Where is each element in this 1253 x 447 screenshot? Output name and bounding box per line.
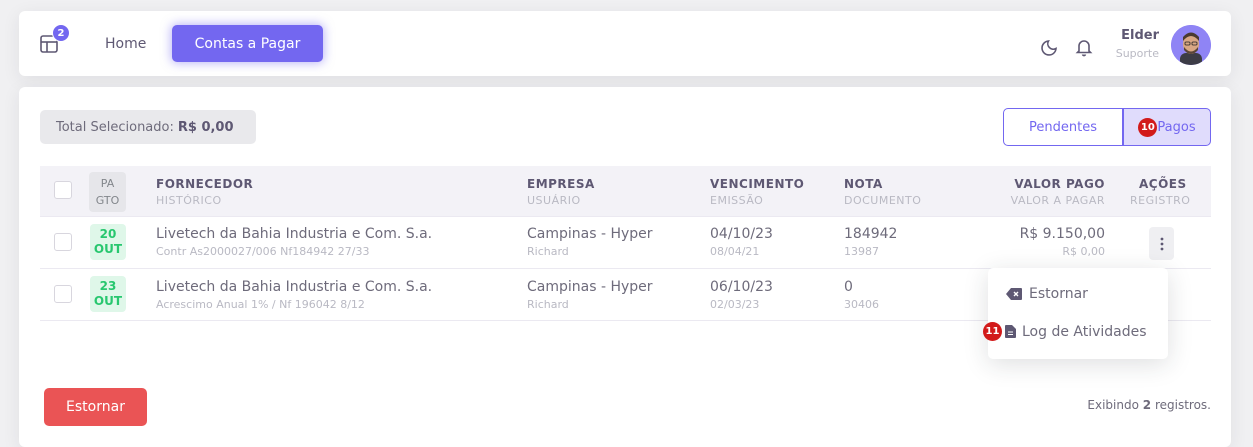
tab-pagos[interactable]: 10 Pagos (1123, 108, 1211, 146)
header-valor-a-pagar: VALOR A PAGAR (1010, 194, 1105, 207)
row-divider (40, 216, 1211, 217)
documento-cell: 13987 (844, 245, 879, 258)
estornar-button[interactable]: Estornar (44, 388, 147, 426)
tab-pendentes[interactable]: Pendentes (1003, 108, 1123, 146)
row-checkbox[interactable] (54, 285, 72, 303)
notification-count-badge: 2 (52, 24, 70, 42)
tab-pagos-label: Pagos (1157, 119, 1196, 135)
header-documento: DOCUMENTO (844, 194, 922, 207)
nav-contas-a-pagar-link[interactable]: Contas a Pagar (172, 25, 323, 62)
row-actions-dropdown (988, 268, 1168, 359)
usuario-cell: Richard (527, 298, 569, 311)
pagto-column-header[interactable]: PA GTO (89, 172, 126, 212)
records-count-value: 2 (1142, 398, 1152, 412)
historico-cell: Acrescimo Anual 1% / Nf 196042 8/12 (156, 298, 365, 311)
moon-icon[interactable] (1040, 37, 1060, 57)
header-fornecedor: FORNECEDOR (156, 177, 254, 191)
usuario-cell: Richard (527, 245, 569, 258)
documento-cell: 30406 (844, 298, 879, 311)
empresa-cell: Campinas - Hyper (527, 226, 653, 242)
emissao-cell: 08/04/21 (710, 245, 760, 258)
bell-icon[interactable] (1074, 37, 1094, 57)
payment-day: 20 (99, 227, 117, 241)
header-historico: HISTÓRICO (156, 194, 222, 207)
dropdown-log-label: Log de Atividades (1022, 323, 1147, 340)
file-text-icon (1005, 325, 1016, 338)
user-name: Elder (1121, 28, 1159, 43)
dropdown-estornar-label: Estornar (1029, 286, 1088, 302)
step-marker-badge: 10 (1138, 117, 1158, 137)
row-actions-button[interactable] (1149, 227, 1174, 260)
empresa-cell: Campinas - Hyper (527, 279, 653, 295)
nota-cell: 0 (844, 279, 853, 295)
pagto-header-line1: PA (100, 177, 115, 190)
row-checkbox[interactable] (54, 233, 72, 251)
total-selecionado: Total Selecionado: R$ 0,00 (40, 110, 256, 144)
payment-date-badge: 20 OUT (90, 224, 126, 260)
pagto-header-line2: GTO (95, 194, 120, 207)
header-nota: NOTA (844, 177, 883, 191)
dropdown-estornar-item[interactable]: Estornar (1006, 286, 1088, 302)
payment-month: OUT (93, 294, 123, 308)
valor-a-pagar-cell: R$ 0,00 (1062, 245, 1105, 258)
nota-cell: 184942 (844, 226, 898, 242)
records-count: Exibindo 2 registros. (1087, 398, 1211, 412)
dropdown-log-item[interactable]: 11 Log de Atividades (983, 322, 1147, 341)
records-count-suffix: registros. (1154, 398, 1211, 412)
header-acoes: AÇÕES (1139, 177, 1187, 191)
header-usuario: USUÁRIO (527, 194, 581, 207)
user-role: Suporte (1115, 47, 1159, 60)
fornecedor-cell: Livetech da Bahia Industria e Com. S.a. (156, 226, 433, 242)
avatar[interactable] (1171, 25, 1211, 65)
header-emissao: EMISSÃO (710, 194, 764, 207)
records-count-prefix: Exibindo (1087, 398, 1139, 412)
fornecedor-cell: Livetech da Bahia Industria e Com. S.a. (156, 279, 433, 295)
total-value: R$ 0,00 (177, 119, 234, 135)
header-vencimento: VENCIMENTO (710, 177, 805, 191)
nav-home-link[interactable]: Home (105, 36, 146, 52)
vencimento-cell: 06/10/23 (710, 279, 773, 295)
historico-cell: Contr As2000027/006 Nf184942 27/33 (156, 245, 370, 258)
backspace-icon (1006, 288, 1022, 300)
header-valor-pago: VALOR PAGO (1014, 177, 1105, 191)
header-registro: REGISTRO (1130, 194, 1191, 207)
payment-day: 23 (99, 279, 117, 293)
select-all-checkbox[interactable] (54, 181, 72, 199)
payment-month: OUT (93, 242, 123, 256)
user-photo (1171, 25, 1211, 65)
header-empresa: EMPRESA (527, 177, 595, 191)
emissao-cell: 02/03/23 (710, 298, 760, 311)
total-label: Total Selecionado: (56, 119, 174, 135)
more-vertical-icon (1160, 237, 1163, 250)
vencimento-cell: 04/10/23 (710, 226, 773, 242)
valor-pago-cell: R$ 9.150,00 (1019, 226, 1105, 242)
step-marker-badge: 11 (983, 322, 1002, 341)
table-header (40, 166, 1211, 216)
payment-date-badge: 23 OUT (90, 276, 126, 312)
